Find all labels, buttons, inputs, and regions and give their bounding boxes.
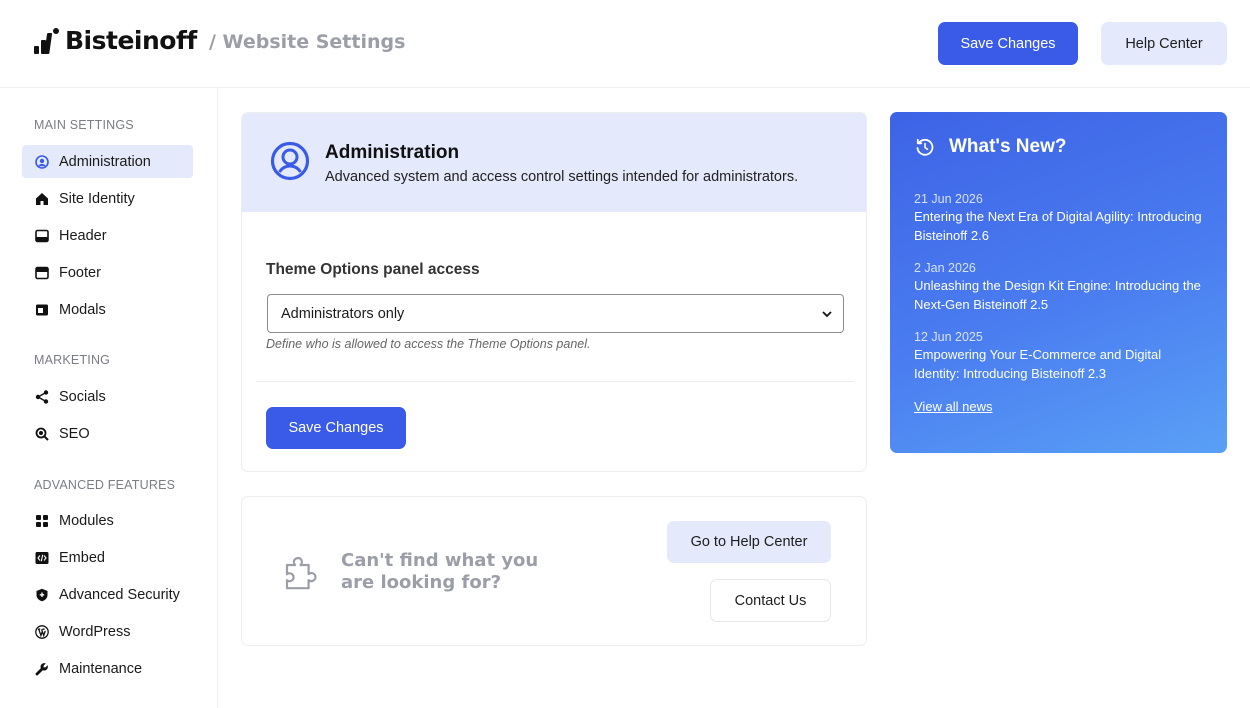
section-title-advanced-features: ADVANCED FEATURES [34,478,176,492]
news-date: 12 Jun 2025 [914,330,983,344]
footer-layout-icon [35,266,49,280]
news-date: 2 Jan 2026 [914,261,976,275]
theme-options-access-label: Theme Options panel access [266,261,480,278]
home-icon [35,192,49,206]
sidebar: MAIN SETTINGS Administration Site Identi… [0,88,218,708]
sidebar-item-label: Administration [59,153,151,170]
help-prompt-text: Can't find what you are looking for? [341,550,539,593]
select-value: Administrators only [281,305,405,322]
sidebar-item-header[interactable]: Header [22,219,193,252]
section-title-marketing: MARKETING [34,353,111,367]
administration-card: Administration Advanced system and acces… [241,112,867,472]
news-title: What's New? [949,136,1067,157]
view-all-news-link[interactable]: View all news [914,399,993,414]
shield-icon [35,588,49,602]
user-circle-icon [35,154,49,169]
share-icon [35,389,49,404]
card-header: Administration Advanced system and acces… [242,113,866,212]
go-to-help-center-button[interactable]: Go to Help Center [667,521,831,563]
breadcrumb: / Website Settings [209,31,406,53]
sidebar-item-label: Header [59,227,107,244]
sidebar-item-footer[interactable]: Footer [22,256,193,289]
sidebar-item-seo[interactable]: SEO [22,417,193,450]
sidebar-item-label: Socials [59,388,106,405]
field-hint: Define who is allowed to access the Them… [266,337,591,351]
sidebar-item-label: WordPress [59,623,131,640]
chevron-down-icon [822,311,832,318]
sidebar-item-label: Site Identity [59,190,135,207]
sidebar-item-label: Maintenance [59,660,143,677]
help-center-button[interactable]: Help Center [1101,22,1227,65]
sidebar-item-modals[interactable]: Modals [22,293,193,326]
sidebar-item-label: Advanced Security [59,586,180,603]
card-subtitle: Advanced system and access control setti… [325,169,799,185]
puzzle-icon [285,556,317,590]
sidebar-item-advanced-security[interactable]: Advanced Security [22,578,193,611]
sidebar-item-label: Footer [59,264,101,281]
header-layout-icon [35,229,49,243]
sidebar-item-maintenance[interactable]: Maintenance [22,652,193,685]
wrench-icon [35,662,49,676]
sidebar-item-wordpress[interactable]: WordPress [22,615,193,648]
save-changes-button[interactable]: Save Changes [266,407,406,449]
save-changes-button[interactable]: Save Changes [938,22,1078,65]
news-headline: Empowering Your E-Commerce and Digital I… [914,347,1162,381]
theme-options-access-select[interactable]: Administrators only [267,294,844,333]
sidebar-item-embed[interactable]: Embed [22,541,193,574]
code-icon [35,551,49,565]
logo-bars-icon [34,27,59,54]
news-headline: Entering the Next Era of Digital Agility… [914,209,1202,243]
wordpress-icon [35,624,49,639]
sidebar-item-modules[interactable]: Modules [22,504,193,537]
news-item[interactable]: 12 Jun 2025 Empowering Your E-Commerce a… [914,330,1204,383]
sidebar-item-socials[interactable]: Socials [22,380,193,413]
sidebar-item-label: Modules [59,512,114,529]
news-item[interactable]: 2 Jan 2026 Unleashing the Design Kit Eng… [914,261,1204,314]
grid-icon [35,514,49,528]
sidebar-item-label: Modals [59,301,106,318]
divider [256,381,854,382]
history-icon [916,138,934,156]
news-header: What's New? [915,136,1066,158]
news-headline: Unleashing the Design Kit Engine: Introd… [914,278,1201,312]
user-circle-icon [270,141,310,181]
top-bar: Bisteinoff / Website Settings Save Chang… [0,0,1250,88]
contact-us-button[interactable]: Contact Us [710,579,831,622]
magnifier-icon [35,427,49,441]
card-title: Administration [325,142,460,163]
news-date: 21 Jun 2026 [914,192,983,206]
sidebar-item-administration[interactable]: Administration [22,145,193,178]
sidebar-item-label: SEO [59,425,90,442]
section-title-main-settings: MAIN SETTINGS [34,118,134,132]
whats-new-panel: What's New? 21 Jun 2026 Entering the Nex… [890,112,1227,453]
brand-name: Bisteinoff [65,26,197,55]
sidebar-item-site-identity[interactable]: Site Identity [22,182,193,215]
logo[interactable]: Bisteinoff [34,26,197,55]
sidebar-item-label: Embed [59,549,105,566]
news-item[interactable]: 21 Jun 2026 Entering the Next Era of Dig… [914,192,1204,245]
modal-window-icon [35,303,49,317]
help-card: Can't find what you are looking for? Go … [241,496,867,646]
